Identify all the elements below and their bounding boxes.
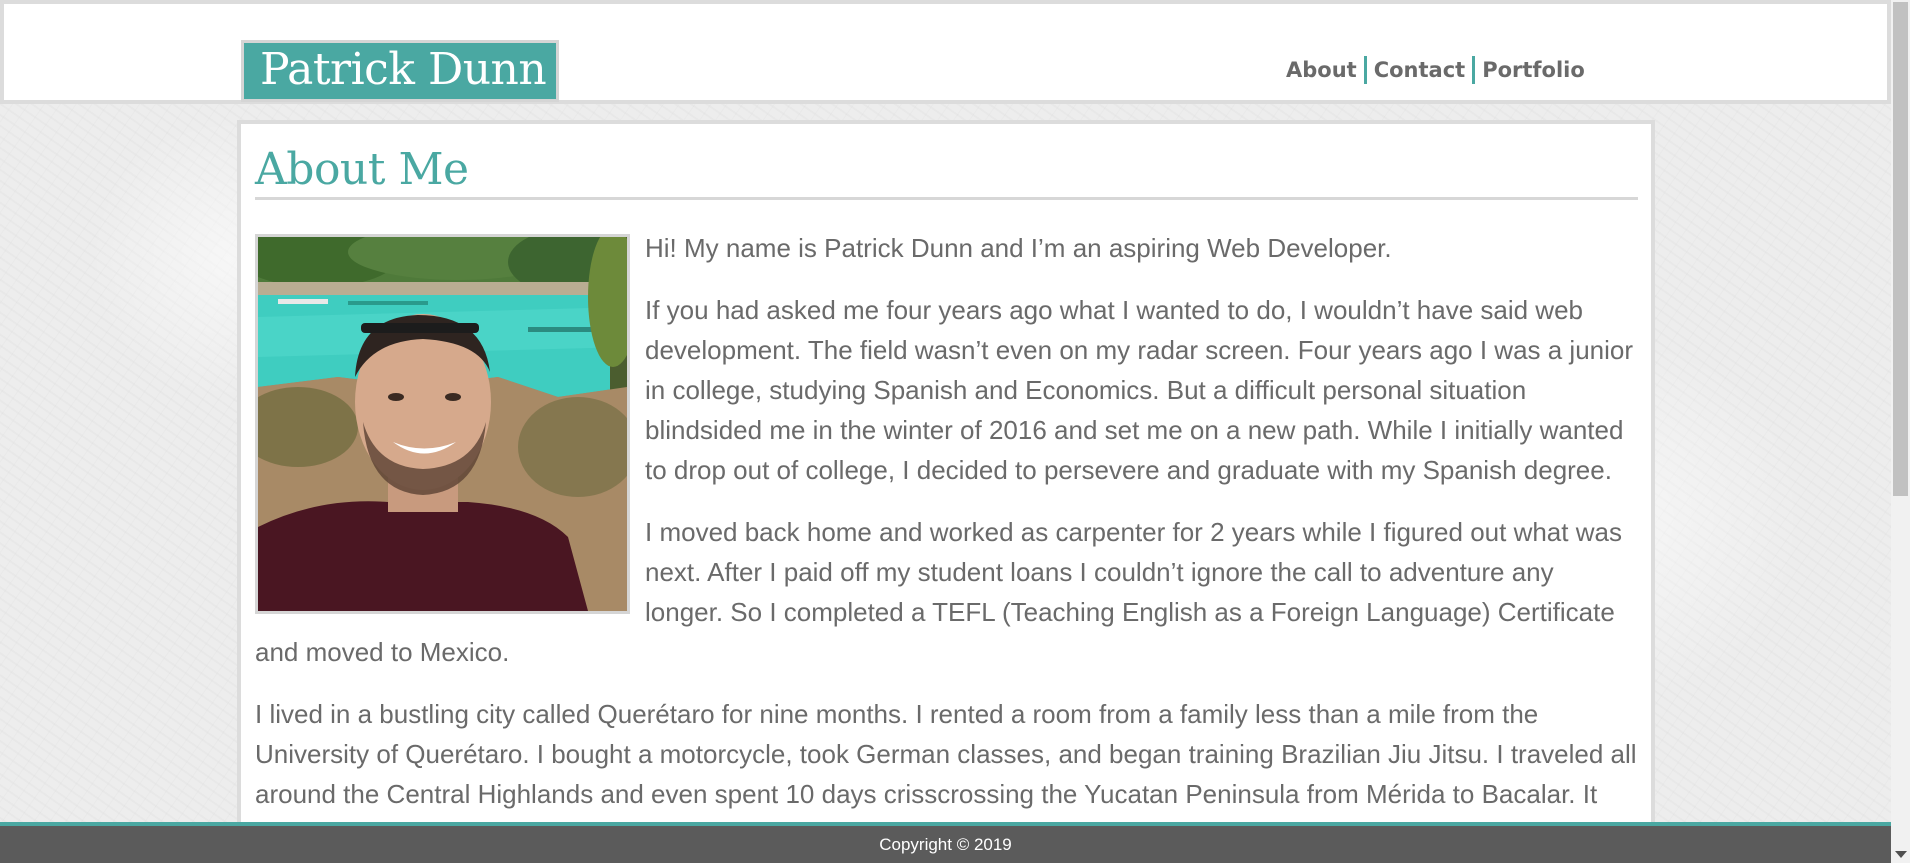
page-scrollbar[interactable]	[1891, 0, 1910, 863]
about-card: About Me Hi! My name is Patrick Dunn and…	[237, 120, 1655, 863]
scroll-down-arrow-icon[interactable]	[1895, 851, 1907, 858]
site-logo[interactable]: Patrick Dunn	[241, 40, 559, 102]
profile-photo	[255, 234, 630, 614]
site-header: Patrick Dunn About Contact Portfolio	[0, 0, 1891, 104]
scrollbar-thumb[interactable]	[1893, 2, 1908, 496]
copyright-text: Copyright © 2019	[879, 835, 1012, 854]
nav-link-contact[interactable]: Contact	[1367, 56, 1473, 84]
nav-link-about[interactable]: About	[1286, 56, 1364, 84]
main-nav: About Contact Portfolio	[1286, 56, 1592, 84]
nav-link-portfolio[interactable]: Portfolio	[1475, 56, 1592, 84]
page-title: About Me	[255, 147, 1638, 200]
site-footer: Copyright © 2019	[0, 822, 1891, 863]
browser-viewport: Patrick Dunn About Contact Portfolio Abo…	[0, 0, 1891, 863]
profile-photo-illustration	[258, 237, 627, 611]
